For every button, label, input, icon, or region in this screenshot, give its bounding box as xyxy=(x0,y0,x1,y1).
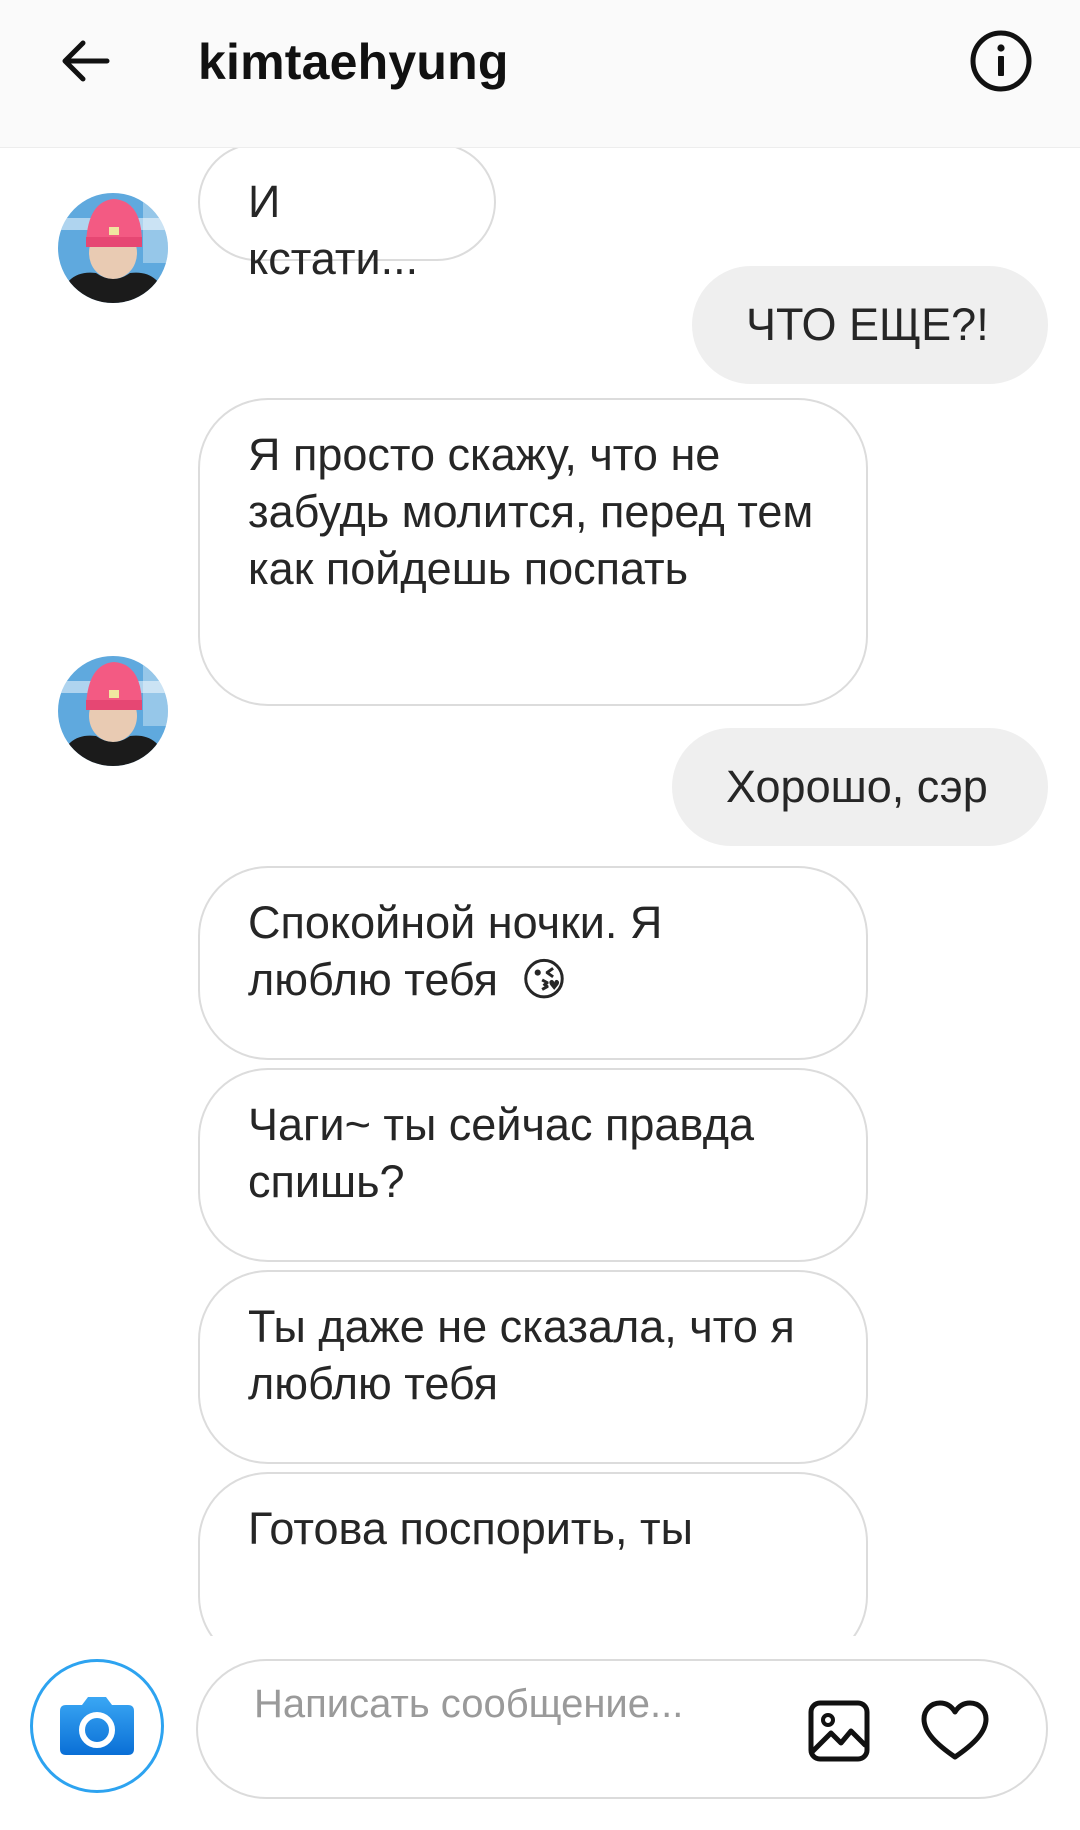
sender-avatar[interactable] xyxy=(58,656,168,766)
gallery-button[interactable] xyxy=(802,1694,876,1768)
message-text: Готова поспорить, ты xyxy=(248,1503,693,1554)
message-bubble-incoming[interactable]: Я просто скажу, что не забудь молится, п… xyxy=(198,398,868,706)
camera-button-inner xyxy=(38,1667,156,1785)
message-text: Я просто скажу, что не забудь молится, п… xyxy=(248,429,814,594)
camera-icon xyxy=(60,1697,134,1755)
info-button[interactable] xyxy=(966,26,1036,96)
message-text: Хорошо, сэр xyxy=(726,761,988,812)
message-bubble-incoming[interactable]: Ты даже не сказала, что я люблю тебя xyxy=(198,1270,868,1464)
message-text: Ты даже не сказала, что я люблю тебя xyxy=(248,1301,795,1409)
arrow-left-icon xyxy=(62,40,110,82)
dm-screen: kimtaehyung И кстати... ЧТО ЕЩЕ?! Я прос… xyxy=(0,0,1080,1830)
sender-avatar[interactable] xyxy=(58,193,168,303)
message-thread[interactable]: И кстати... ЧТО ЕЩЕ?! Я просто скажу, чт… xyxy=(0,148,1080,1636)
message-bubble-outgoing[interactable]: Хорошо, сэр xyxy=(672,728,1048,846)
camera-button[interactable] xyxy=(30,1659,164,1793)
heart-icon xyxy=(921,1700,989,1760)
chat-header: kimtaehyung xyxy=(0,0,1080,148)
message-bubble-outgoing[interactable]: ЧТО ЕЩЕ?! xyxy=(692,266,1048,384)
message-input[interactable] xyxy=(254,1679,774,1789)
kiss-emoji: 😘 xyxy=(520,954,568,1005)
message-bubble-incoming[interactable]: Чаги~ ты сейчас правда спишь? xyxy=(198,1068,868,1262)
message-bubble-incoming[interactable]: Готова поспорить, ты xyxy=(198,1472,868,1636)
like-button[interactable] xyxy=(916,1694,994,1768)
info-circle-icon xyxy=(970,30,1032,92)
back-button[interactable] xyxy=(50,26,120,96)
message-text: Спокойной ночки. Я люблю тебя xyxy=(248,897,663,1005)
image-gallery-icon xyxy=(808,1700,870,1762)
message-composer xyxy=(0,1636,1080,1830)
message-text: И кстати... xyxy=(248,176,419,284)
message-text: ЧТО ЕЩЕ?! xyxy=(746,299,989,350)
message-bubble-incoming[interactable]: И кстати... xyxy=(198,148,496,284)
message-input-container xyxy=(196,1659,1048,1799)
chat-title[interactable]: kimtaehyung xyxy=(198,33,509,91)
message-text: Чаги~ ты сейчас правда спишь? xyxy=(248,1099,755,1207)
message-bubble-incoming[interactable]: Спокойной ночки. Я люблю тебя 😘 xyxy=(198,866,868,1060)
